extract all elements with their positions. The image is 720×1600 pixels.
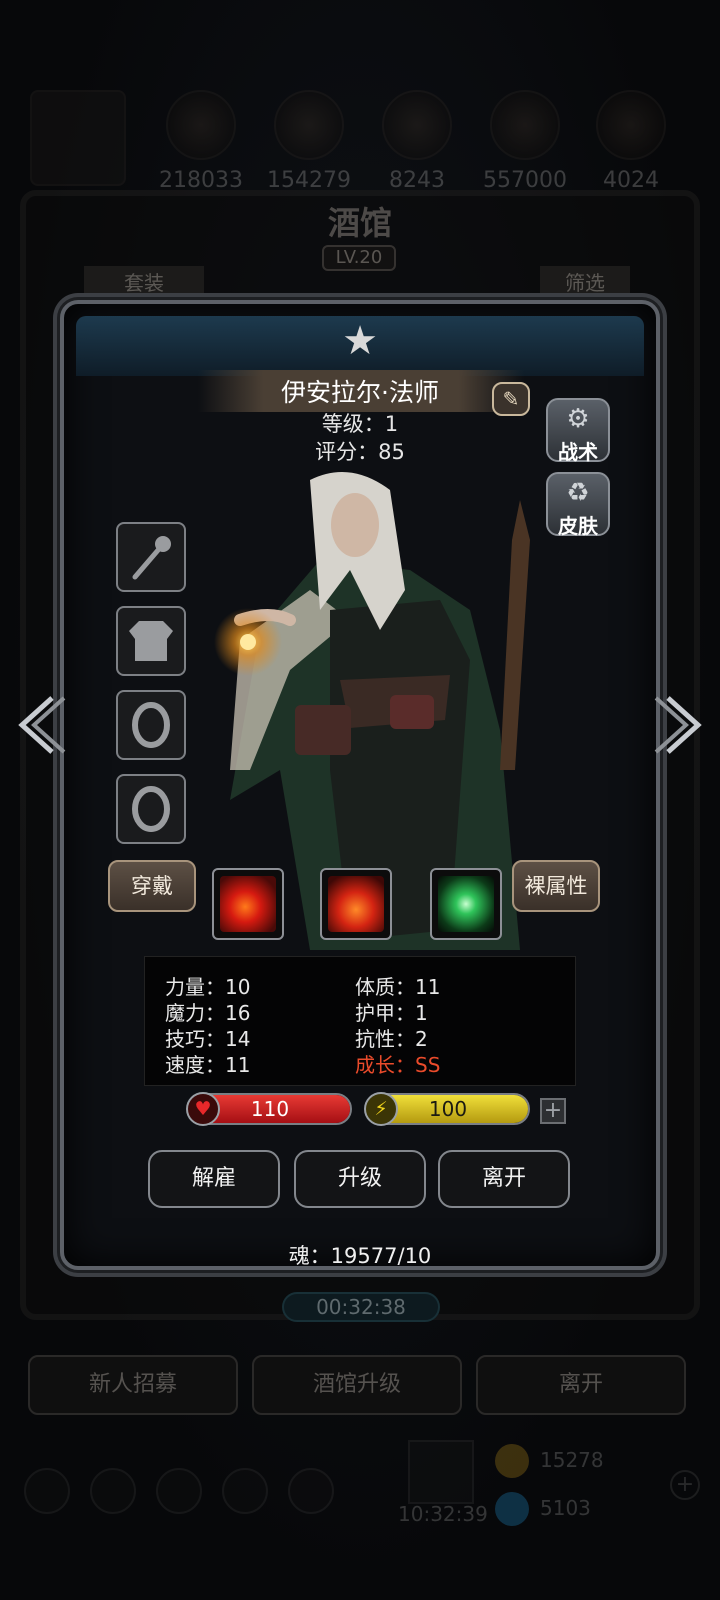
lightning-icon: ⚡ xyxy=(364,1092,398,1126)
prev-hero-arrow-icon[interactable] xyxy=(12,690,68,760)
tavern-leave-button[interactable]: 离开 xyxy=(476,1355,686,1415)
skill-slot-fire-1[interactable] xyxy=(212,868,284,940)
tavern-upgrade-button[interactable]: 酒馆升级 xyxy=(252,1355,462,1415)
dismiss-button[interactable]: 解雇 xyxy=(148,1150,280,1208)
stat-armor: 护甲：1 xyxy=(355,1001,428,1025)
clock-time: 10:32:39 xyxy=(398,1502,488,1526)
menu-icon[interactable] xyxy=(156,1468,202,1514)
recruit-button[interactable]: 新人招募 xyxy=(28,1355,238,1415)
equip-slot-armor[interactable] xyxy=(116,606,186,676)
add-icon[interactable]: + xyxy=(670,1470,700,1500)
star-icon: ★ xyxy=(342,318,378,364)
next-hero-arrow-icon[interactable] xyxy=(652,690,708,760)
leave-button[interactable]: 离开 xyxy=(438,1150,570,1208)
stat-growth: 成长：SS xyxy=(355,1053,441,1077)
menu-icon[interactable] xyxy=(24,1468,70,1514)
gem-value: 5103 xyxy=(540,1496,591,1520)
gem-icon xyxy=(495,1492,529,1526)
menu-icon[interactable] xyxy=(222,1468,268,1514)
tavern-title: 酒馆 xyxy=(327,204,392,242)
tavern-level: LV.20 xyxy=(322,245,396,271)
tactics-label: 战术 xyxy=(558,440,598,464)
gold-icon xyxy=(495,1444,529,1478)
stat-resistance: 抗性：2 xyxy=(355,1027,428,1051)
tactics-button[interactable]: ⚙ 战术 xyxy=(546,398,610,464)
resource-icon xyxy=(382,90,452,160)
tab-filter[interactable]: 筛选 xyxy=(540,266,630,300)
menu-icon[interactable] xyxy=(288,1468,334,1514)
staff-icon xyxy=(132,536,171,580)
equip-slot-ring-1[interactable] xyxy=(116,690,186,760)
stat-speed: 速度：11 xyxy=(165,1053,251,1077)
heart-icon: ♥ xyxy=(186,1092,220,1126)
equip-slot-staff[interactable] xyxy=(116,522,186,592)
hero-score: 评分：85 xyxy=(315,440,405,464)
ring-icon xyxy=(132,786,170,832)
resource-icon xyxy=(166,90,236,160)
gift-icon[interactable] xyxy=(408,1440,474,1504)
stats-panel: 力量：10 魔力：16 技巧：14 速度：11 体质：11 护甲：1 抗性：2 … xyxy=(144,956,576,1086)
tab-set[interactable]: 套装 xyxy=(84,266,204,300)
add-energy-button[interactable]: + xyxy=(540,1098,566,1124)
gear-icon: ⚙ xyxy=(566,404,590,434)
upgrade-button[interactable]: 升级 xyxy=(294,1150,426,1208)
resource-icon xyxy=(596,90,666,160)
naked-attributes-button[interactable]: 裸属性 xyxy=(512,860,600,912)
stat-strength: 力量：10 xyxy=(165,975,251,999)
stat-magic: 魔力：16 xyxy=(165,1001,251,1025)
ring-icon xyxy=(132,702,170,748)
hero-name: 伊安拉尔·法师 xyxy=(281,378,439,407)
stat-constitution: 体质：11 xyxy=(355,975,441,999)
skill-slot-nature[interactable] xyxy=(430,868,502,940)
soul-count: 魂：19577/10 xyxy=(288,1244,432,1268)
avatar xyxy=(30,90,126,186)
skill-slot-fire-2[interactable] xyxy=(320,868,392,940)
pencil-icon: ✎ xyxy=(502,387,520,411)
resource-row: 218033 154279 8243 557000 4024 xyxy=(30,90,700,200)
fire-skill-icon xyxy=(328,876,384,932)
recruit-timer: 00:32:38 xyxy=(282,1292,440,1322)
gold-value: 15278 xyxy=(540,1448,604,1472)
resource-icon xyxy=(274,90,344,160)
equip-slot-ring-2[interactable] xyxy=(116,774,186,844)
hero-level: 等级：1 xyxy=(321,412,399,436)
bottom-bar: 10:32:39 15278 5103 + xyxy=(0,1440,720,1530)
wear-button[interactable]: 穿戴 xyxy=(108,860,196,912)
edit-name-button[interactable]: ✎ xyxy=(492,382,530,416)
crystal-skill-icon xyxy=(438,876,494,932)
stat-skill: 技巧：14 xyxy=(165,1027,251,1051)
menu-icon[interactable] xyxy=(90,1468,136,1514)
armor-icon xyxy=(129,621,173,661)
fire-skill-icon xyxy=(220,876,276,932)
resource-icon xyxy=(490,90,560,160)
